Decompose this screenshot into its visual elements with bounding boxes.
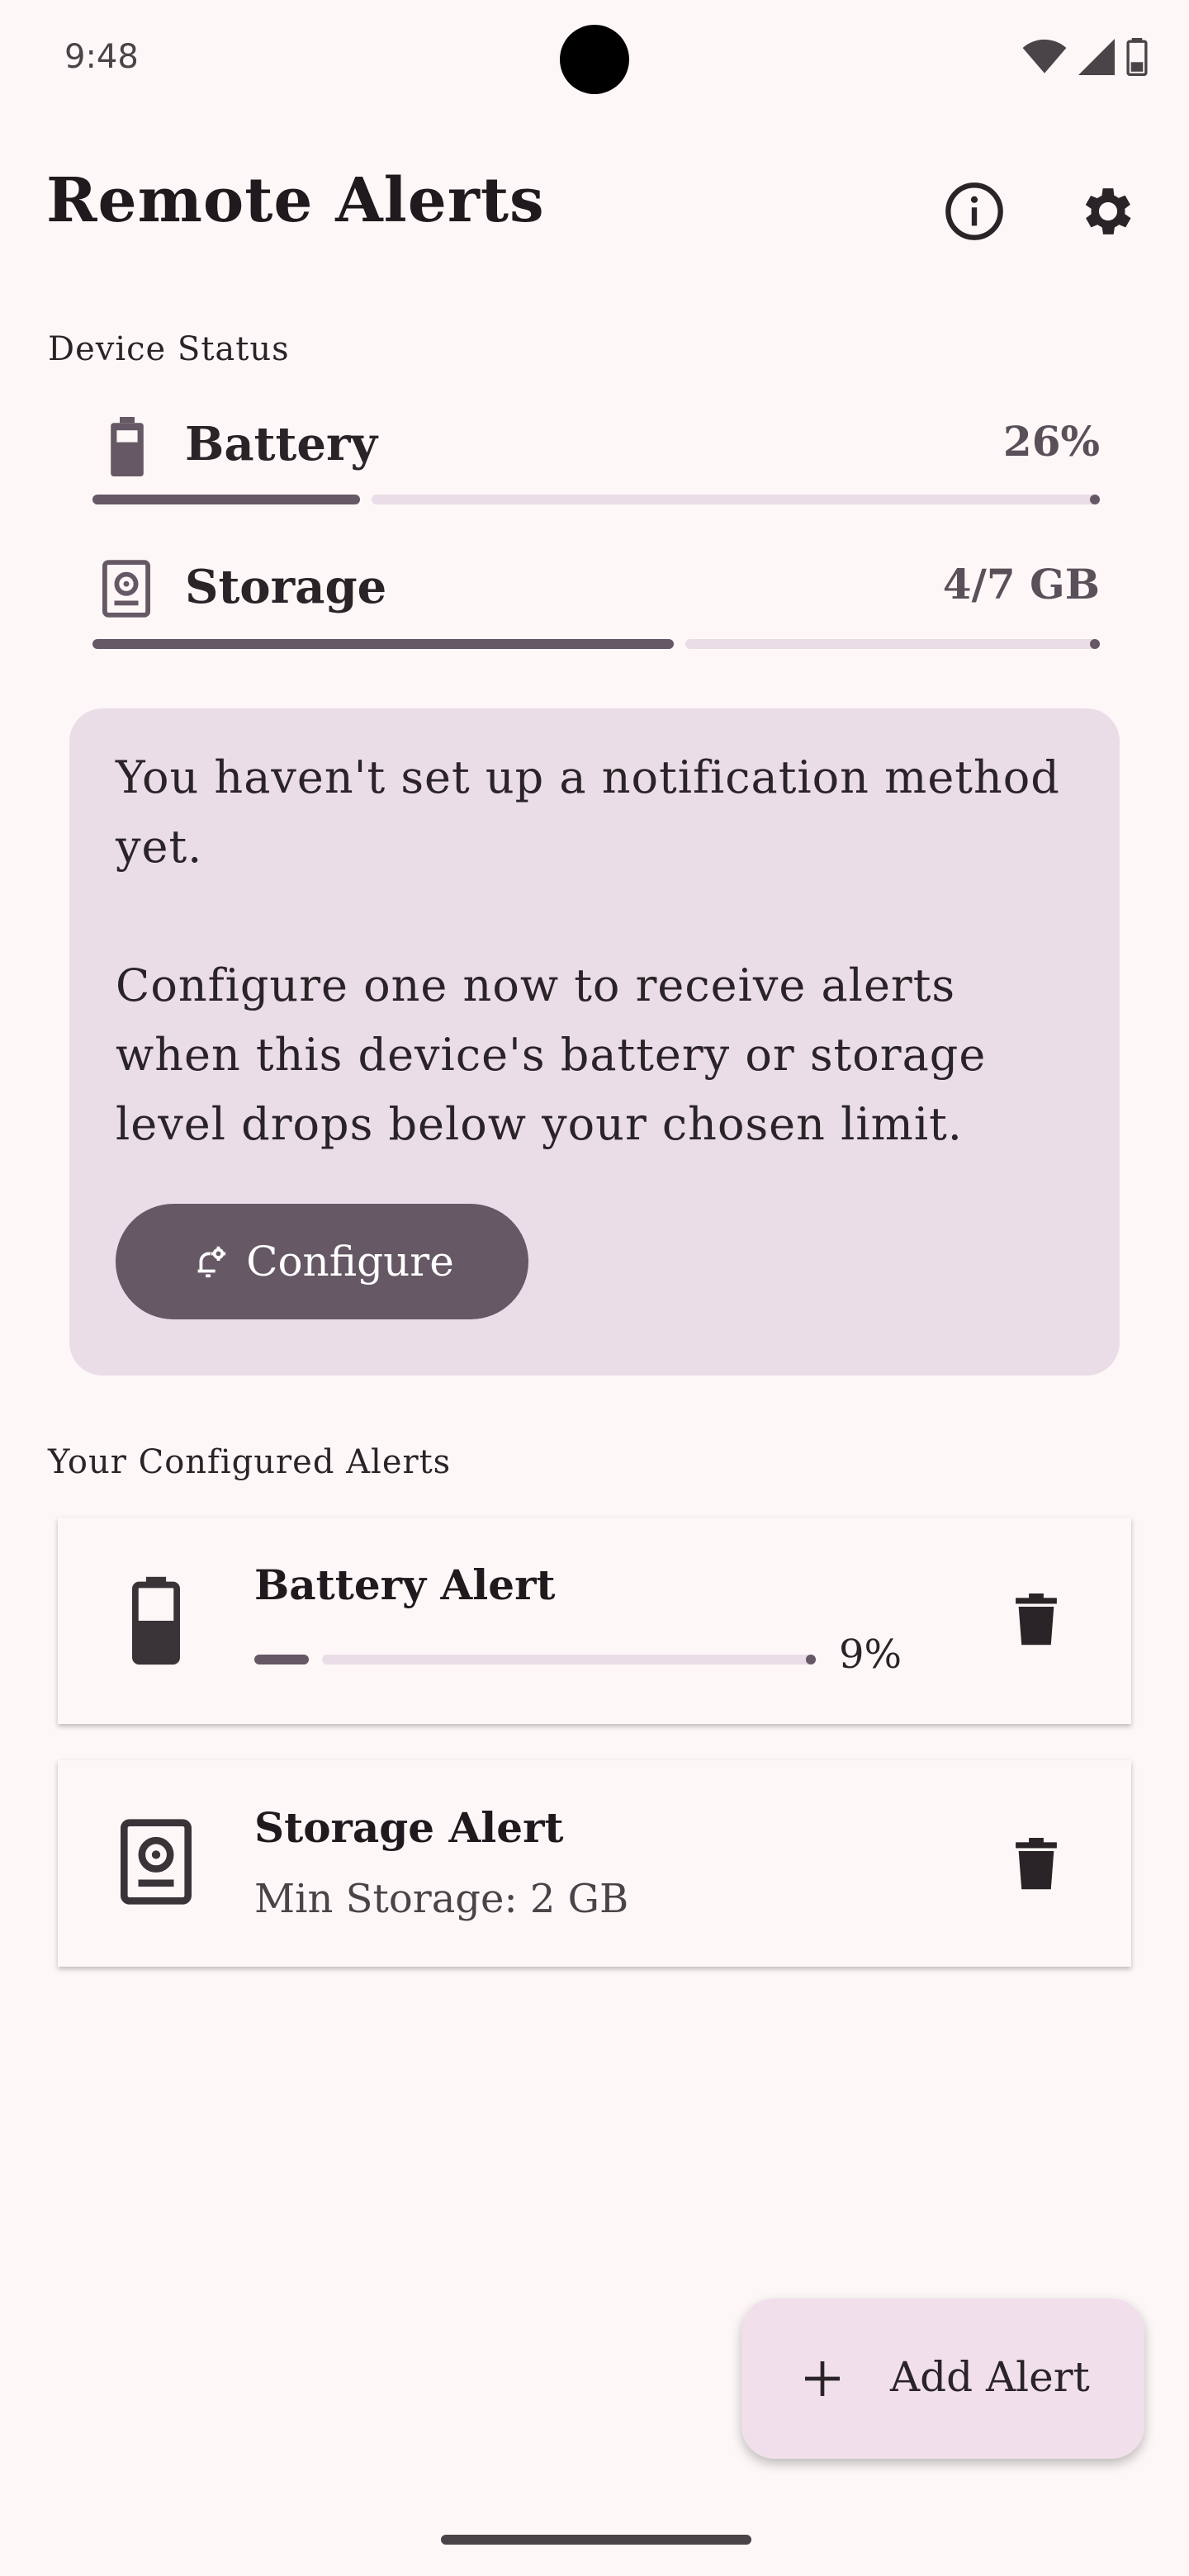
camera-cutout xyxy=(560,25,629,94)
delete-icon xyxy=(1016,1593,1057,1646)
settings-button[interactable] xyxy=(1068,172,1148,251)
storage-status-row: Storage 4/7 GB xyxy=(92,560,1100,659)
status-icons xyxy=(1022,38,1148,76)
storage-alert-title: Storage Alert xyxy=(254,1803,564,1852)
status-time: 9:48 xyxy=(64,38,139,76)
add-alert-label: Add Alert xyxy=(890,2353,1090,2401)
notification-setup-card: You haven't set up a notification method… xyxy=(69,708,1120,1376)
storage-alert-card[interactable]: Storage Alert Min Storage: 2 GB xyxy=(58,1760,1131,1967)
notification-settings-icon xyxy=(197,1246,226,1278)
app-title: Remote Alerts xyxy=(46,165,545,236)
battery-status-row: Battery 26% xyxy=(92,417,1100,516)
gear-icon xyxy=(1085,188,1131,234)
battery-progress xyxy=(92,495,1100,504)
storage-value: 4/7 GB xyxy=(942,560,1100,608)
configure-button[interactable]: Configure xyxy=(116,1204,528,1319)
storage-icon xyxy=(121,1819,192,1905)
delete-icon xyxy=(1016,1838,1057,1890)
storage-icon xyxy=(102,560,150,618)
plus-icon xyxy=(805,2361,840,2396)
storage-progress xyxy=(92,639,1100,649)
battery-alert-card[interactable]: Battery Alert 9% xyxy=(58,1518,1131,1724)
battery-icon xyxy=(111,417,144,476)
home-indicator[interactable] xyxy=(441,2535,751,2545)
battery-label: Battery xyxy=(185,417,378,471)
device-status-label: Device Status xyxy=(48,330,290,368)
battery-alert-value: 9% xyxy=(839,1631,902,1678)
battery-status-icon xyxy=(1126,38,1148,76)
configured-alerts-label: Your Configured Alerts xyxy=(48,1443,452,1481)
add-alert-button[interactable]: Add Alert xyxy=(741,2299,1144,2459)
info-icon xyxy=(945,182,1003,240)
notice-text-1: You haven't set up a notification method… xyxy=(116,751,1060,873)
notice-text-2: Configure one now to receive alerts when… xyxy=(116,959,987,1150)
wifi-icon xyxy=(1022,39,1067,73)
battery-alert-progress xyxy=(254,1655,816,1664)
storage-alert-subtitle: Min Storage: 2 GB xyxy=(254,1876,629,1922)
battery-icon xyxy=(132,1576,180,1665)
configure-button-label: Configure xyxy=(246,1238,454,1286)
info-button[interactable] xyxy=(935,172,1014,251)
battery-alert-title: Battery Alert xyxy=(254,1560,556,1609)
signal-icon xyxy=(1078,39,1115,75)
storage-label: Storage xyxy=(185,560,387,614)
battery-value: 26% xyxy=(1002,417,1100,466)
